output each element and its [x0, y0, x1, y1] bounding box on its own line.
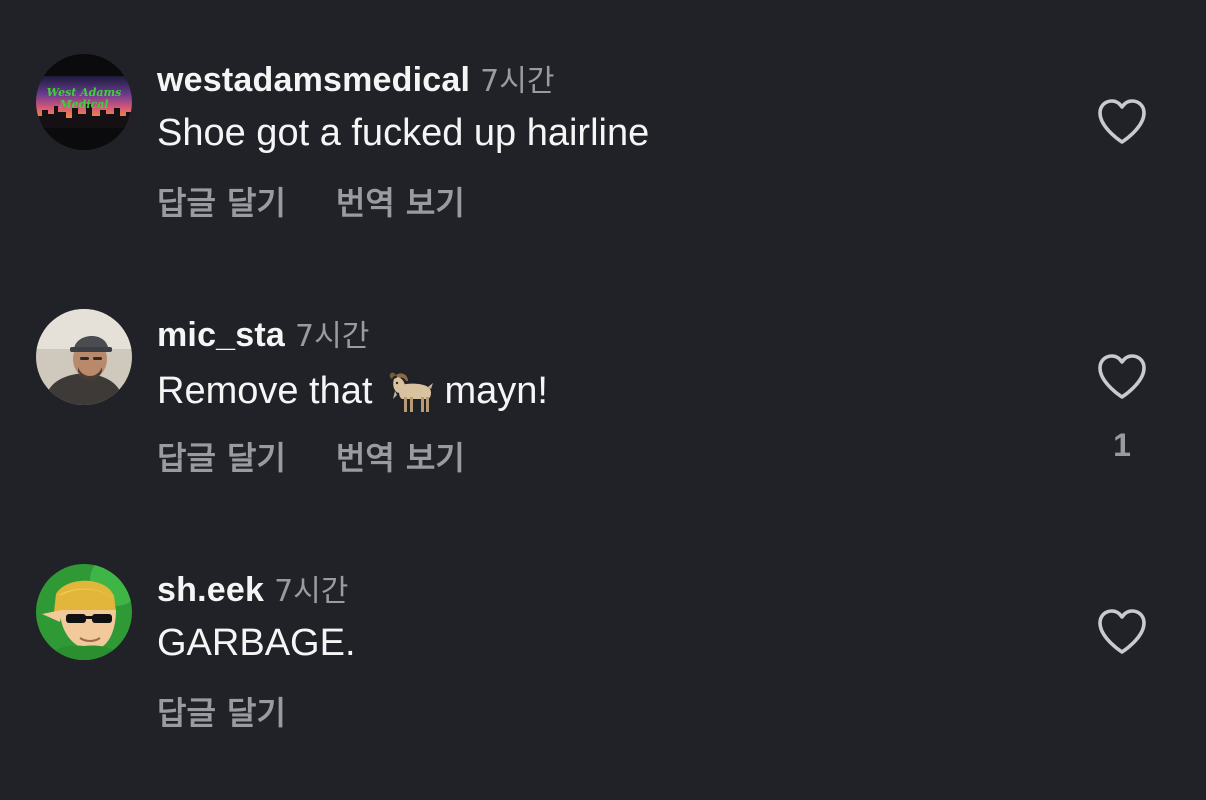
see-translation-button[interactable]: 번역 보기 — [336, 178, 465, 224]
avatar[interactable] — [36, 564, 132, 660]
see-translation-button[interactable]: 번역 보기 — [336, 433, 465, 479]
comment-text-part: mayn! — [444, 369, 548, 412]
avatar[interactable] — [36, 309, 132, 405]
comment-item: West Adams Medical westadamsmedical 7시간 … — [0, 54, 1206, 294]
reply-button[interactable]: 답글 달기 — [157, 688, 286, 734]
comment-text: Shoe got a fucked up hairline — [157, 112, 650, 154]
heart-icon — [1098, 99, 1146, 144]
goat-emoji-icon — [390, 372, 434, 412]
timestamp: 7시간 — [480, 64, 555, 99]
comment-list: West Adams Medical westadamsmedical 7시간 … — [0, 0, 1206, 800]
like-button[interactable] — [1096, 608, 1148, 656]
like-button[interactable] — [1096, 353, 1148, 401]
heart-icon — [1098, 354, 1146, 399]
avatar[interactable]: West Adams Medical — [36, 54, 132, 150]
comment-item: mic_sta 7시간 Remove that mayn! 답글 달기 번역 보… — [0, 309, 1206, 549]
comment-item: sh.eek 7시간 GARBAGE. 답글 달기 — [0, 564, 1206, 800]
like-count[interactable]: 1 — [1096, 427, 1148, 464]
username[interactable]: westadamsmedical — [157, 61, 470, 100]
heart-icon — [1098, 609, 1146, 654]
timestamp: 7시간 — [295, 319, 370, 354]
timestamp: 7시간 — [274, 574, 349, 609]
logo-text-line2: Medical — [58, 98, 108, 111]
username[interactable]: mic_sta — [157, 316, 285, 355]
cartoon-character-avatar-icon — [36, 564, 132, 660]
west-adams-medical-logo-icon: West Adams Medical — [36, 54, 132, 150]
comment-text: GARBAGE. — [157, 622, 356, 664]
comment-text: Remove that mayn! — [157, 367, 548, 415]
user-photo-icon — [36, 309, 132, 405]
comment-actions: 답글 달기 번역 보기 — [157, 178, 465, 224]
comment-actions: 답글 달기 번역 보기 — [157, 433, 465, 479]
comment-header: sh.eek 7시간 — [157, 566, 348, 609]
comment-actions: 답글 달기 — [157, 688, 286, 734]
comment-header: mic_sta 7시간 — [157, 311, 369, 354]
comment-text-part: Remove that — [157, 369, 373, 412]
username[interactable]: sh.eek — [157, 571, 264, 610]
reply-button[interactable]: 답글 달기 — [157, 178, 286, 224]
reply-button[interactable]: 답글 달기 — [157, 433, 286, 479]
comment-header: westadamsmedical 7시간 — [157, 56, 554, 99]
like-button[interactable] — [1096, 98, 1148, 146]
